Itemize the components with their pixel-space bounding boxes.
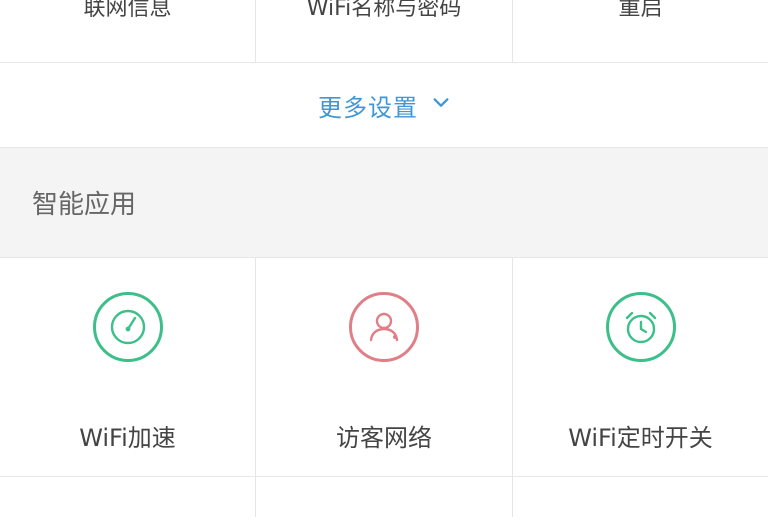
next-apps-row (0, 477, 768, 517)
app-guest-network[interactable]: 访客网络 (256, 258, 513, 476)
guest-user-icon (349, 292, 419, 362)
more-settings-label: 更多设置 (318, 93, 418, 122)
network-info-label: 联网信息 (83, 0, 172, 21)
quick-settings-row: 联网信息 WiFi名称与密码 重启 (0, 0, 768, 63)
restart-label: 重启 (618, 0, 663, 21)
chevron-down-icon (433, 98, 449, 107)
grid-cell[interactable] (0, 477, 256, 517)
network-info-cell[interactable]: 联网信息 (0, 0, 256, 62)
app-wifi-timer[interactable]: WiFi定时开关 (513, 258, 768, 476)
restart-cell[interactable]: 重启 (513, 0, 768, 62)
grid-cell[interactable] (513, 477, 768, 517)
alarm-clock-icon (605, 292, 676, 362)
section-title: 智能应用 (32, 190, 137, 220)
app-label: 访客网络 (336, 424, 432, 452)
wifi-name-password-cell[interactable]: WiFi名称与密码 (256, 0, 513, 62)
app-wifi-boost[interactable]: WiFi加速 (0, 258, 256, 476)
section-header: 智能应用 (0, 148, 768, 258)
speedometer-icon (92, 292, 163, 362)
app-label: WiFi加速 (79, 424, 176, 452)
more-settings-button[interactable]: 更多设置 (0, 63, 768, 148)
smart-apps-grid: WiFi加速 访客网络 WiFi定时开关 (0, 258, 768, 477)
app-label: WiFi定时开关 (568, 424, 713, 452)
wifi-name-password-label: WiFi名称与密码 (306, 0, 462, 21)
grid-cell[interactable] (256, 477, 513, 517)
